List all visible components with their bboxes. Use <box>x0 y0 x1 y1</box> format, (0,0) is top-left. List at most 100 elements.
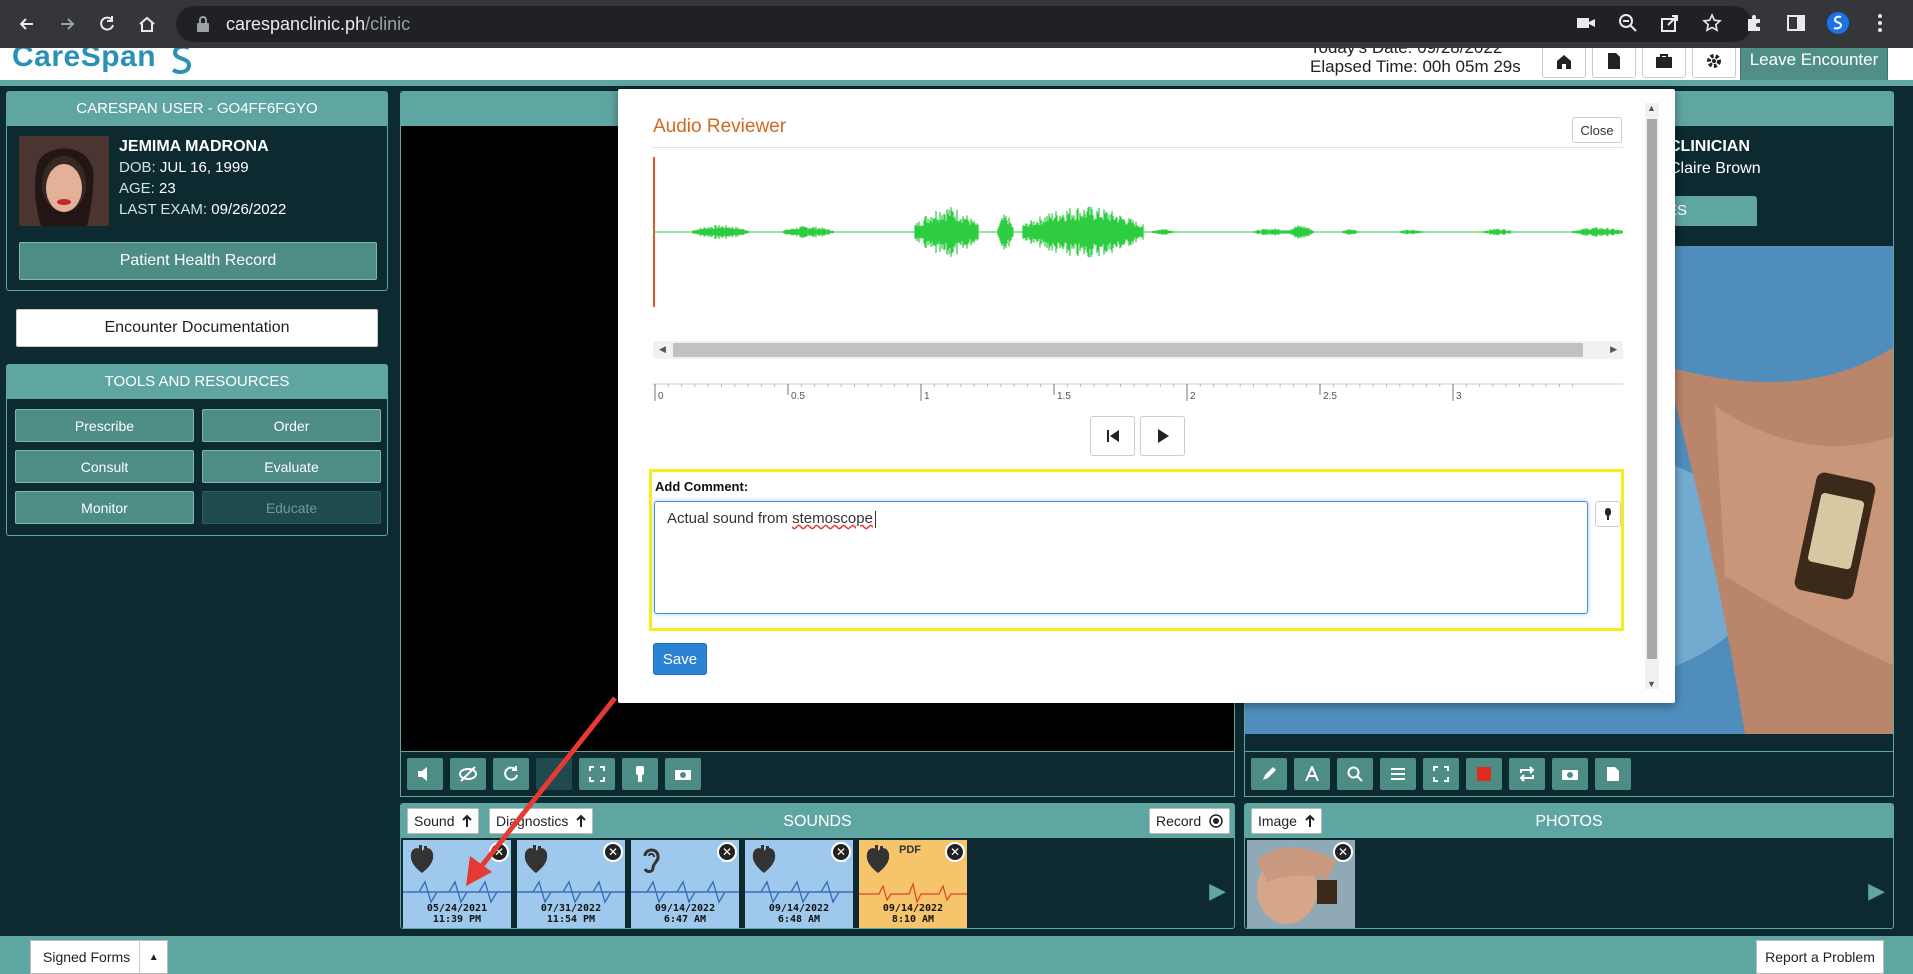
menu-icon[interactable] <box>1867 10 1893 36</box>
scroll-up-icon[interactable]: ▲ <box>1647 103 1656 113</box>
address-bar[interactable]: carespanclinic.ph/clinic <box>176 6 1752 42</box>
photos-next-arrow[interactable]: ▶ <box>1868 878 1885 904</box>
sound-tile-time: 11:39 PM <box>432 914 482 925</box>
modal-scroll-thumb[interactable] <box>1647 119 1657 659</box>
monitor-button[interactable]: Monitor <box>15 491 194 524</box>
patient-info: JEMIMA MADRONA DOB: JUL 16, 1999 AGE: 23… <box>119 136 286 220</box>
audio-timeline: 0 0.5 1 1.5 2 2.5 3 <box>653 383 1623 402</box>
mute-button[interactable] <box>407 758 443 790</box>
reload-icon[interactable] <box>94 11 120 37</box>
timeline-tick-label: 0 <box>658 391 664 402</box>
play-button[interactable] <box>1140 416 1185 456</box>
home-icon[interactable] <box>134 11 160 37</box>
video-controls <box>400 751 1235 797</box>
leave-encounter-button[interactable]: Leave Encounter <box>1740 48 1888 82</box>
encounter-documentation-button[interactable]: Encounter Documentation <box>16 309 378 347</box>
signed-forms-button[interactable]: Signed Forms ▲ <box>30 940 168 974</box>
extensions-icon[interactable] <box>1741 10 1767 36</box>
educate-button[interactable]: Educate <box>202 491 381 524</box>
delete-sound-icon[interactable]: ✕ <box>489 842 509 862</box>
fullscreen-button[interactable] <box>579 758 615 790</box>
save-button[interactable]: Save <box>653 643 707 675</box>
waveform-scrollbar[interactable]: ◀ ▶ <box>653 341 1623 359</box>
hide-video-button[interactable] <box>450 758 486 790</box>
record-stop-button[interactable] <box>1466 758 1502 790</box>
consult-button[interactable]: Consult <box>15 450 194 483</box>
flashlight-button[interactable] <box>622 758 658 790</box>
camera-icon[interactable] <box>1573 10 1599 36</box>
app-header: CareSpan Today's Date: 09/28/2022 Elapse… <box>0 48 1913 84</box>
switch-camera-button[interactable] <box>493 758 529 790</box>
list-button[interactable] <box>1380 758 1416 790</box>
caret-up-icon[interactable]: ▲ <box>139 941 167 973</box>
sounds-next-arrow[interactable]: ▶ <box>1209 878 1226 904</box>
sidepanel-icon[interactable] <box>1783 10 1809 36</box>
clinician-controls <box>1244 751 1894 797</box>
photo-thumbnail[interactable]: ✕ <box>1247 840 1355 928</box>
misspelled-word: stemoscope <box>792 510 873 527</box>
document-button[interactable] <box>1592 48 1636 78</box>
scroll-down-icon[interactable]: ▼ <box>1647 679 1656 689</box>
ecg-trace-icon <box>859 881 967 904</box>
scroll-right-icon[interactable]: ▶ <box>1610 344 1617 355</box>
evaluate-button[interactable]: Evaluate <box>202 450 381 483</box>
order-button[interactable]: Order <box>202 409 381 442</box>
star-icon[interactable] <box>1699 10 1725 36</box>
settings-button[interactable] <box>1692 48 1736 78</box>
list-icon <box>1391 768 1405 780</box>
clinician-snapshot-button[interactable] <box>1552 758 1588 790</box>
share-icon[interactable] <box>1657 10 1683 36</box>
back-icon[interactable] <box>14 11 40 37</box>
snapshot-button[interactable] <box>665 758 701 790</box>
delete-sound-icon[interactable]: ✕ <box>945 842 965 862</box>
file-button[interactable] <box>1595 758 1631 790</box>
sound-tile-date: 09/14/2022 <box>654 903 716 914</box>
fullscreen-button-2[interactable] <box>1423 758 1459 790</box>
disabled-control-button[interactable] <box>536 758 572 790</box>
header-divider <box>0 80 1913 86</box>
scroll-left-icon[interactable]: ◀ <box>659 344 666 355</box>
delete-sound-icon[interactable]: ✕ <box>603 842 623 862</box>
delete-sound-icon[interactable]: ✕ <box>831 842 851 862</box>
home-button[interactable] <box>1542 48 1586 78</box>
pdf-badge: PDF <box>899 844 921 856</box>
delete-photo-icon[interactable]: ✕ <box>1333 842 1353 862</box>
sound-upload-button[interactable]: Sound <box>407 808 480 834</box>
sound-tile[interactable]: 09/14/2022 6:48 AM ✕ <box>745 840 853 928</box>
heart-icon <box>751 844 777 874</box>
close-button[interactable]: Close <box>1572 117 1622 143</box>
report-problem-button[interactable]: Report a Problem <box>1756 940 1884 974</box>
sound-wave-icon <box>745 880 853 904</box>
prescribe-button[interactable]: Prescribe <box>15 409 194 442</box>
modal-scrollbar[interactable]: ▲ ▼ <box>1645 103 1659 689</box>
comment-textarea[interactable]: Actual sound from stemoscope <box>654 501 1588 614</box>
delete-sound-icon[interactable]: ✕ <box>717 842 737 862</box>
draw-button[interactable] <box>1251 758 1287 790</box>
repeat-icon <box>1519 766 1535 782</box>
sound-tile[interactable]: 09/14/2022 6:47 AM ✕ <box>631 840 739 928</box>
carespan-logo[interactable]: CareSpan <box>12 48 156 74</box>
record-sound-button[interactable]: Record <box>1149 808 1231 834</box>
waveform-scroll-thumb[interactable] <box>673 343 1583 357</box>
lock-icon <box>197 16 209 32</box>
clinician-name: Claire Brown <box>1669 160 1761 177</box>
dictation-button[interactable] <box>1595 501 1621 527</box>
diagnostics-upload-button[interactable]: Diagnostics <box>489 808 594 834</box>
image-upload-button[interactable]: Image <box>1251 808 1322 834</box>
patient-health-record-button[interactable]: Patient Health Record <box>19 242 377 280</box>
zoom-button[interactable] <box>1337 758 1373 790</box>
profile-icon[interactable] <box>1825 10 1851 36</box>
sound-tile[interactable]: PDF 09/14/2022 8:10 AM ✕ <box>859 840 967 928</box>
text-button[interactable] <box>1294 758 1330 790</box>
repeat-button[interactable] <box>1509 758 1545 790</box>
sound-wave-icon <box>517 880 625 904</box>
ear-icon <box>637 844 663 874</box>
forward-icon[interactable] <box>54 11 80 37</box>
patient-panel: CARESPAN USER - GO4FF6FGYO JEMIMA MADRON… <box>6 91 388 291</box>
skip-to-start-button[interactable] <box>1090 416 1135 456</box>
briefcase-button[interactable] <box>1642 48 1686 78</box>
zoom-icon[interactable] <box>1615 10 1641 36</box>
sound-tile[interactable]: 05/24/2021 11:39 PM ✕ <box>403 840 511 928</box>
audio-waveform[interactable] <box>653 157 1623 329</box>
sound-tile[interactable]: 07/31/2022 11:54 PM ✕ <box>517 840 625 928</box>
